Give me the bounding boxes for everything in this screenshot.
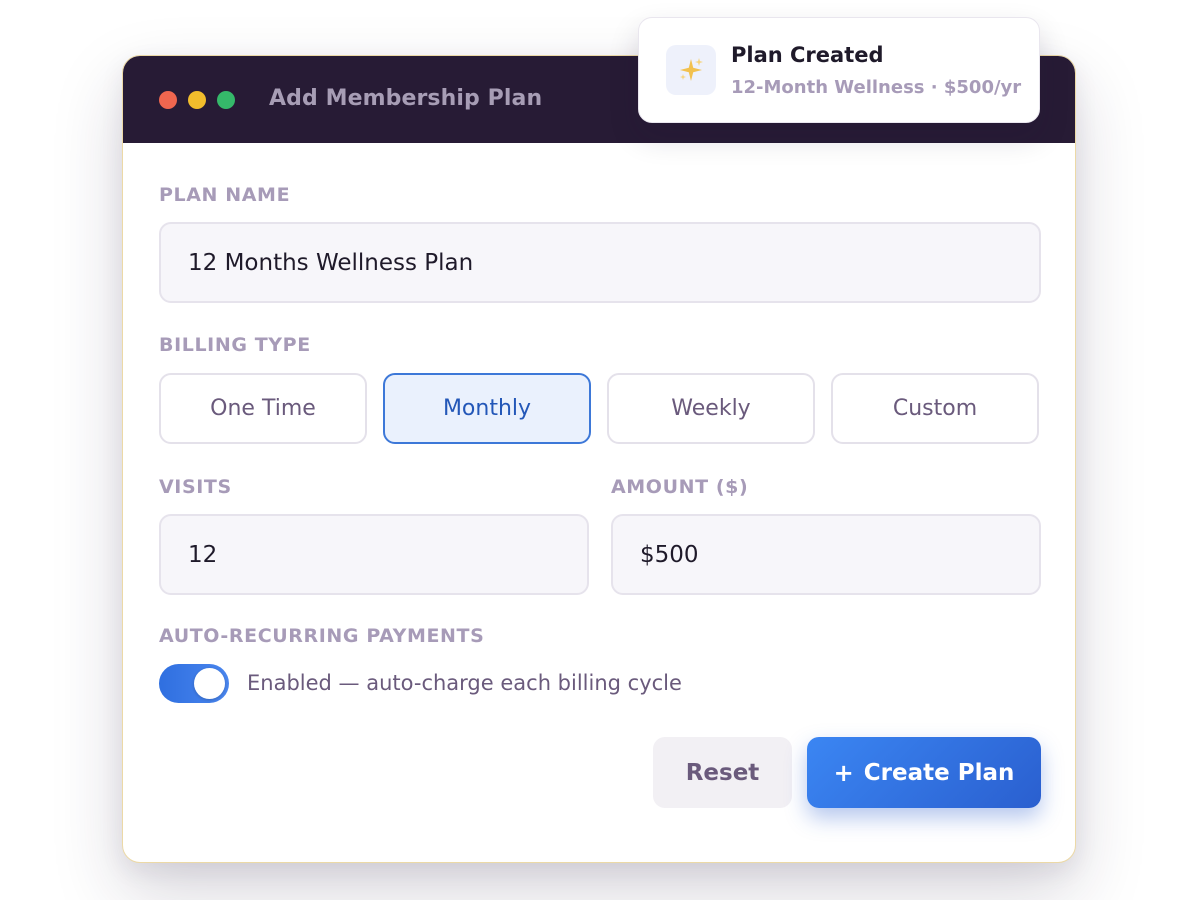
stage: Add Membership Plan PLAN NAME 12 Months … xyxy=(0,0,1200,900)
minimize-window-button[interactable] xyxy=(188,91,206,109)
create-plan-button[interactable]: + Create Plan xyxy=(807,737,1041,808)
auto-recurring-label: AUTO-RECURRING PAYMENTS xyxy=(159,625,485,647)
billing-option-custom[interactable]: Custom xyxy=(831,373,1039,444)
billing-option-weekly[interactable]: Weekly xyxy=(607,373,815,444)
plan-created-toast[interactable]: Plan Created 12-Month Wellness · $500/yr xyxy=(638,17,1040,123)
amount-label: AMOUNT ($) xyxy=(611,476,749,498)
plan-name-input[interactable]: 12 Months Wellness Plan xyxy=(159,222,1041,303)
auto-recurring-description: Enabled — auto-charge each billing cycle xyxy=(247,671,682,695)
auto-recurring-toggle[interactable] xyxy=(159,664,229,703)
visits-label: VISITS xyxy=(159,476,232,498)
billing-type-label: BILLING TYPE xyxy=(159,334,311,356)
window-title: Add Membership Plan xyxy=(269,86,543,111)
toast-subtitle: 12-Month Wellness · $500/yr xyxy=(731,77,1022,98)
amount-input[interactable]: $500 xyxy=(611,514,1041,595)
visits-value: 12 xyxy=(188,541,218,568)
reset-button[interactable]: Reset xyxy=(653,737,792,808)
billing-option-one-time[interactable]: One Time xyxy=(159,373,367,444)
amount-value: $500 xyxy=(640,541,699,568)
visits-input[interactable]: 12 xyxy=(159,514,589,595)
plan-name-value: 12 Months Wellness Plan xyxy=(188,249,474,276)
plus-icon: + xyxy=(833,758,854,787)
close-window-button[interactable] xyxy=(159,91,177,109)
toast-title: Plan Created xyxy=(731,43,884,67)
billing-option-monthly[interactable]: Monthly xyxy=(383,373,591,444)
membership-plan-window: Add Membership Plan PLAN NAME 12 Months … xyxy=(122,55,1076,863)
toggle-knob xyxy=(194,668,225,699)
maximize-window-button[interactable] xyxy=(217,91,235,109)
create-plan-label: Create Plan xyxy=(863,759,1015,786)
plan-name-label: PLAN NAME xyxy=(159,184,291,206)
sparkles-icon xyxy=(666,45,716,95)
